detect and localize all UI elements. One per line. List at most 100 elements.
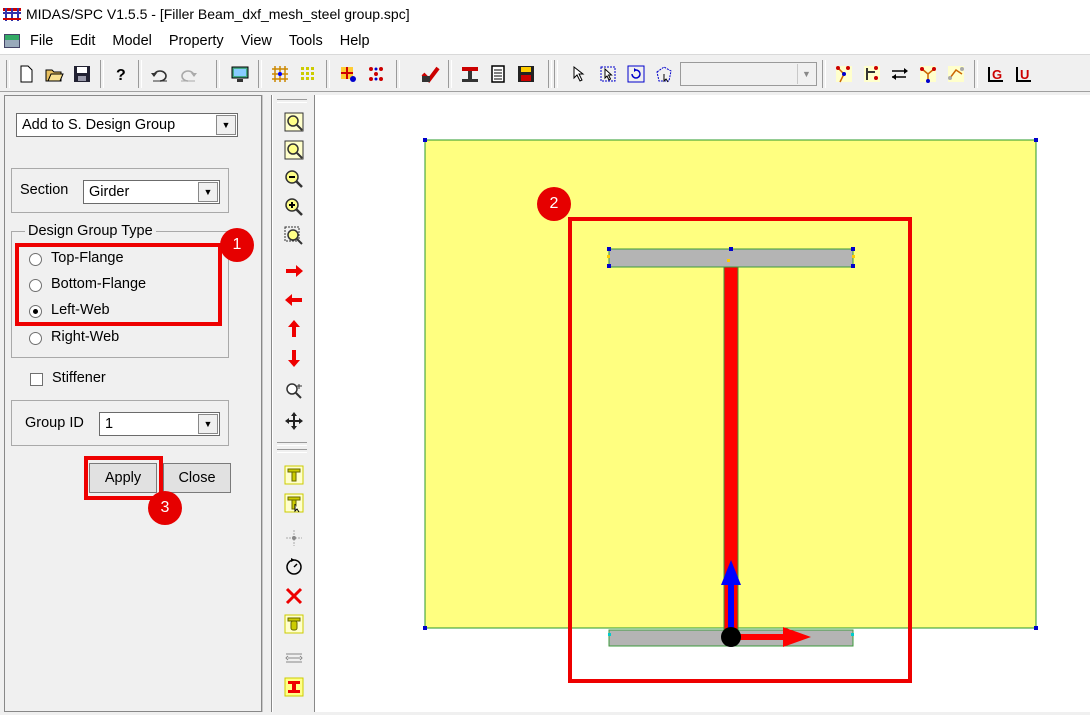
node-tool-icon[interactable] xyxy=(832,62,856,86)
group-id-label: Group ID xyxy=(25,415,84,431)
section-label: Section xyxy=(20,182,69,198)
main-toolbar: ? G U xyxy=(0,54,1090,92)
dimension-icon[interactable] xyxy=(283,647,305,669)
highlight-model-area xyxy=(568,217,912,683)
zoom-out-icon[interactable] xyxy=(283,168,305,190)
radio-right-web-label[interactable]: Right-Web xyxy=(51,329,119,345)
callout-badge-1: 1 xyxy=(220,228,254,262)
zoom-in-icon[interactable] xyxy=(283,196,305,218)
model-view[interactable]: 2 xyxy=(314,95,1090,712)
section-top-icon[interactable] xyxy=(283,464,305,486)
menu-file[interactable]: File xyxy=(30,33,53,49)
toolbar-grip xyxy=(6,60,10,88)
zoom-window-icon[interactable] xyxy=(283,139,305,161)
u-icon[interactable]: U xyxy=(1012,62,1036,86)
mode-select[interactable]: Add to S. Design Group ▼ xyxy=(16,113,238,137)
rotate-view-icon[interactable] xyxy=(283,555,305,577)
toolbar-separator xyxy=(277,449,307,453)
toolbar-separator xyxy=(258,60,262,88)
dynamic-zoom-icon[interactable] xyxy=(283,380,305,402)
save-icon[interactable] xyxy=(70,62,94,86)
toolbar-separator xyxy=(277,442,307,446)
rotate-select-icon[interactable] xyxy=(624,62,648,86)
window-select-icon[interactable] xyxy=(596,62,620,86)
design-group-type-label: Design Group Type xyxy=(25,223,156,239)
polygon-select-icon[interactable] xyxy=(652,62,676,86)
zoom-fit-icon[interactable] xyxy=(283,111,305,133)
mesh-icon[interactable] xyxy=(336,62,360,86)
zoom-region-icon[interactable] xyxy=(283,225,305,247)
table-icon[interactable] xyxy=(458,62,482,86)
open-icon[interactable] xyxy=(42,62,66,86)
svg-text:?: ? xyxy=(116,67,126,84)
svg-text:U: U xyxy=(1020,67,1029,82)
grid-icon[interactable] xyxy=(268,62,292,86)
help-icon[interactable]: ? xyxy=(108,62,132,86)
design-group-panel: Add to S. Design Group ▼ Section Girder … xyxy=(4,95,262,712)
toolbar-separator xyxy=(448,60,452,88)
toolbar-separator xyxy=(548,60,552,88)
copy-icon[interactable] xyxy=(916,62,940,86)
calc-icon[interactable] xyxy=(486,62,510,86)
i-section-icon[interactable] xyxy=(283,676,305,698)
callout-badge-2: 2 xyxy=(537,187,571,221)
highlight-apply xyxy=(84,456,163,500)
toolbar-separator xyxy=(822,60,826,88)
app-icon xyxy=(2,6,22,22)
section-edit-icon[interactable] xyxy=(283,492,305,514)
menu-model[interactable]: Model xyxy=(112,33,152,49)
g-icon[interactable]: G xyxy=(984,62,1008,86)
chevron-down-icon[interactable]: ▼ xyxy=(216,115,236,135)
chevron-down-icon[interactable]: ▼ xyxy=(797,64,815,84)
callout-badge-3: 3 xyxy=(148,491,182,525)
menu-tools[interactable]: Tools xyxy=(289,33,323,49)
select-icon[interactable] xyxy=(566,62,590,86)
toolbar-separator xyxy=(554,60,558,88)
display-icon[interactable] xyxy=(228,62,252,86)
radio-right-web[interactable] xyxy=(29,332,42,345)
menu-help[interactable]: Help xyxy=(340,33,370,49)
snap-icon[interactable] xyxy=(296,62,320,86)
pan-icon[interactable] xyxy=(283,410,305,432)
pan-right-icon[interactable] xyxy=(283,260,305,282)
move-node-icon[interactable] xyxy=(283,527,305,549)
toolbar-separator xyxy=(974,60,978,88)
section-icon[interactable] xyxy=(418,62,442,86)
window-title: MIDAS/SPC V1.5.5 - [Filler Beam_dxf_mesh… xyxy=(26,6,410,22)
panel-splitter[interactable] xyxy=(262,95,272,712)
move-icon[interactable] xyxy=(888,62,912,86)
node-icon[interactable] xyxy=(364,62,388,86)
redo-icon[interactable] xyxy=(176,62,200,86)
chevron-down-icon[interactable]: ▼ xyxy=(198,414,218,434)
group-id-select[interactable]: 1 ▼ xyxy=(99,412,220,436)
pan-up-icon[interactable] xyxy=(283,318,305,340)
section-bottom-icon[interactable] xyxy=(283,613,305,635)
group-id-value: 1 xyxy=(105,416,114,432)
svg-text:G: G xyxy=(992,67,1002,82)
element-tool-icon[interactable] xyxy=(860,62,884,86)
toolbar-separator xyxy=(396,60,400,88)
menu-bar: File Edit Model Property View Tools Help xyxy=(0,28,1090,54)
new-icon[interactable] xyxy=(14,62,38,86)
toolbar-separator xyxy=(216,60,220,88)
undo-icon[interactable] xyxy=(148,62,172,86)
pan-down-icon[interactable] xyxy=(283,347,305,369)
section-select[interactable]: Girder ▼ xyxy=(83,180,220,204)
pan-left-icon[interactable] xyxy=(283,289,305,311)
toolbar-separator xyxy=(138,60,142,88)
stiffener-checkbox[interactable] xyxy=(30,373,43,386)
mode-select-value: Add to S. Design Group xyxy=(22,117,176,133)
document-icon[interactable] xyxy=(4,34,20,48)
menu-property[interactable]: Property xyxy=(169,33,224,49)
stiffener-label[interactable]: Stiffener xyxy=(52,370,106,386)
toolbar-combo[interactable]: ▼ xyxy=(680,62,817,86)
menu-edit[interactable]: Edit xyxy=(70,33,95,49)
disk-icon[interactable] xyxy=(514,62,538,86)
chevron-down-icon[interactable]: ▼ xyxy=(198,182,218,202)
rotate-icon[interactable] xyxy=(944,62,968,86)
title-bar: MIDAS/SPC V1.5.5 - [Filler Beam_dxf_mesh… xyxy=(0,0,1090,28)
close-button[interactable]: Close xyxy=(163,463,231,493)
menu-view[interactable]: View xyxy=(241,33,272,49)
delete-icon[interactable] xyxy=(283,585,305,607)
toolbar-grip xyxy=(277,99,307,103)
